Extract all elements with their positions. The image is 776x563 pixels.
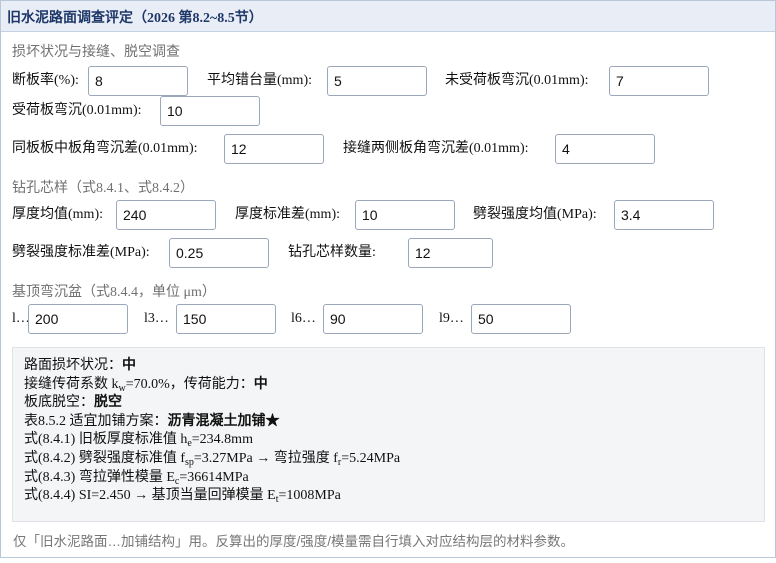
faulting-label: 平均错台量(mm): xyxy=(207,73,312,88)
core-count-label: 钻孔芯样数量: xyxy=(288,245,376,260)
result-base-modulus: 式(8.4.4) SI=2.450 → 基顶当量回弹模量 Et=1008MPa xyxy=(24,488,341,506)
load-transfer-value: 中 xyxy=(253,376,268,392)
joint-corner-label: 接缝两侧板角弯沉差(0.01mm): xyxy=(343,141,529,156)
core-count-input[interactable] xyxy=(408,238,493,268)
unloaded-deflection-label: 未受荷板弯沉(0.01mm): xyxy=(445,73,589,88)
result-elastic-modulus: 式(8.4.3) 弯拉弹性模量 Ec=36614MPa xyxy=(24,469,249,487)
result-condition: 路面损坏状况：中 xyxy=(24,358,136,373)
thickness-sd-label: 厚度标准差(mm): xyxy=(235,207,340,222)
overlay-scheme-value: 沥青混凝土加铺★ xyxy=(167,413,280,429)
split-strength-mean-input[interactable] xyxy=(614,200,714,230)
unloaded-deflection-input[interactable] xyxy=(609,66,709,96)
result-split-strength: 式(8.4.2) 劈裂强度标准值 fsp=3.27MPa → 弯拉强度 fr=5… xyxy=(24,450,401,468)
basin-l0-input[interactable] xyxy=(28,304,128,334)
basin-l3-input[interactable] xyxy=(176,304,276,334)
result-overlay-scheme: 表8.5.2 适宜加铺方案：沥青混凝土加铺★ xyxy=(24,413,280,429)
section-damage-title: 损坏状况与接缝、脱空调查 xyxy=(12,45,180,60)
basin-l3-label: l3… xyxy=(144,311,169,326)
basin-l6-label: l6… xyxy=(291,311,316,326)
void-value: 脱空 xyxy=(94,395,122,411)
joint-corner-input[interactable] xyxy=(555,134,655,164)
split-strength-sd-input[interactable] xyxy=(169,238,269,268)
loaded-deflection-label: 受荷板弯沉(0.01mm): xyxy=(12,103,142,118)
broken-rate-label: 断板率(%): xyxy=(12,73,79,88)
result-thickness-std: 式(8.4.1) 旧板厚度标准值 he=234.8mm xyxy=(24,432,253,450)
result-void: 板底脱空：脱空 xyxy=(24,395,122,411)
panel-title: 旧水泥路面调查评定（2026 第8.2~8.5节） xyxy=(1,1,775,32)
usage-note: 仅「旧水泥路面…加铺结构」用。反算出的厚度/强度/模量需自行填入对应结构层的材料… xyxy=(13,534,575,549)
same-slab-corner-label: 同板板中板角弯沉差(0.01mm): xyxy=(12,141,198,156)
result-box: 路面损坏状况：中 接缝传荷系数 kw=70.0%，传荷能力：中 板底脱空：脱空 … xyxy=(12,347,765,522)
section-core-title: 钻孔芯样（式8.4.1、式8.4.2） xyxy=(12,181,194,196)
split-strength-mean-label: 劈裂强度均值(MPa): xyxy=(473,207,597,222)
result-load-transfer: 接缝传荷系数 kw=70.0%，传荷能力：中 xyxy=(24,376,268,394)
broken-rate-input[interactable] xyxy=(88,66,188,96)
same-slab-corner-input[interactable] xyxy=(224,134,324,164)
section-deflection-basin-title: 基顶弯沉盆（式8.4.4，单位 μm） xyxy=(12,285,216,300)
evaluation-panel: 旧水泥路面调查评定（2026 第8.2~8.5节） 损坏状况与接缝、脱空调查 断… xyxy=(0,0,776,558)
loaded-deflection-input[interactable] xyxy=(160,96,260,126)
thickness-mean-input[interactable] xyxy=(116,200,216,230)
thickness-mean-label: 厚度均值(mm): xyxy=(12,207,103,222)
panel-content: 损坏状况与接缝、脱空调查 断板率(%): 平均错台量(mm): 未受荷板弯沉(0… xyxy=(1,32,775,558)
split-strength-sd-label: 劈裂强度标准差(MPa): xyxy=(12,245,150,260)
basin-l9-input[interactable] xyxy=(471,304,571,334)
condition-value: 中 xyxy=(122,358,136,373)
basin-l6-input[interactable] xyxy=(323,304,423,334)
thickness-sd-input[interactable] xyxy=(355,200,455,230)
faulting-input[interactable] xyxy=(327,66,427,96)
basin-l9-label: l9… xyxy=(439,311,464,326)
